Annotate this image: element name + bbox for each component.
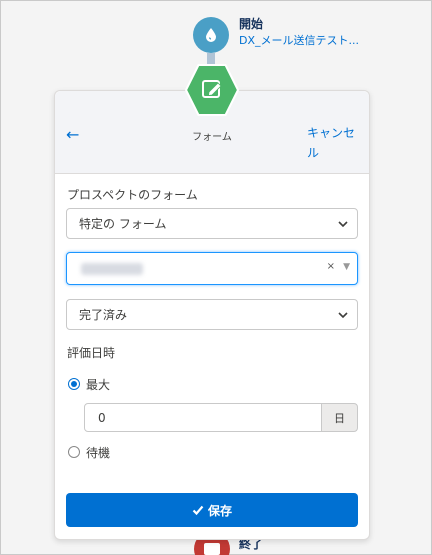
start-node-title: 開始 [239,17,264,31]
save-button[interactable]: 保存 [66,493,358,527]
wait-radio[interactable] [68,446,80,458]
stop-icon [204,543,220,555]
form-picker-combobox[interactable]: × ▼ [66,252,358,285]
dropdown-triangle-icon[interactable]: ▼ [343,262,350,272]
form-step-node[interactable] [185,62,239,118]
start-node-subtitle[interactable]: DX_メール送信テスト... [239,32,359,48]
max-days-input[interactable]: 0 [84,403,322,432]
check-icon [192,505,204,516]
save-button-label: 保存 [207,503,232,518]
start-node[interactable] [193,17,229,53]
chevron-down-icon [338,312,348,319]
form-scope-select[interactable]: 特定の フォーム [66,208,358,239]
prospect-form-label: プロスペクトのフォーム [67,188,198,202]
status-select-value: 完了済み [79,308,128,322]
days-unit-addon: 日 [321,403,358,432]
wait-radio-label[interactable]: 待機 [86,444,110,461]
evaluation-label: 評価日時 [67,346,116,360]
status-select[interactable]: 完了済み [66,299,358,330]
chevron-down-icon [338,221,348,228]
max-days-value: 0 [98,410,106,425]
form-step-panel: ← フォーム キャンセル プロスペクトのフォーム 特定の フォーム × ▼ 完了… [54,90,370,540]
clear-selection-icon[interactable]: × [327,261,335,272]
max-radio[interactable] [68,378,80,390]
drop-icon [206,28,216,42]
redacted-form-name [81,263,143,275]
max-radio-label[interactable]: 最大 [86,376,110,393]
cancel-link[interactable]: キャンセル [307,123,359,163]
form-scope-select-value: 特定の フォーム [79,217,167,231]
